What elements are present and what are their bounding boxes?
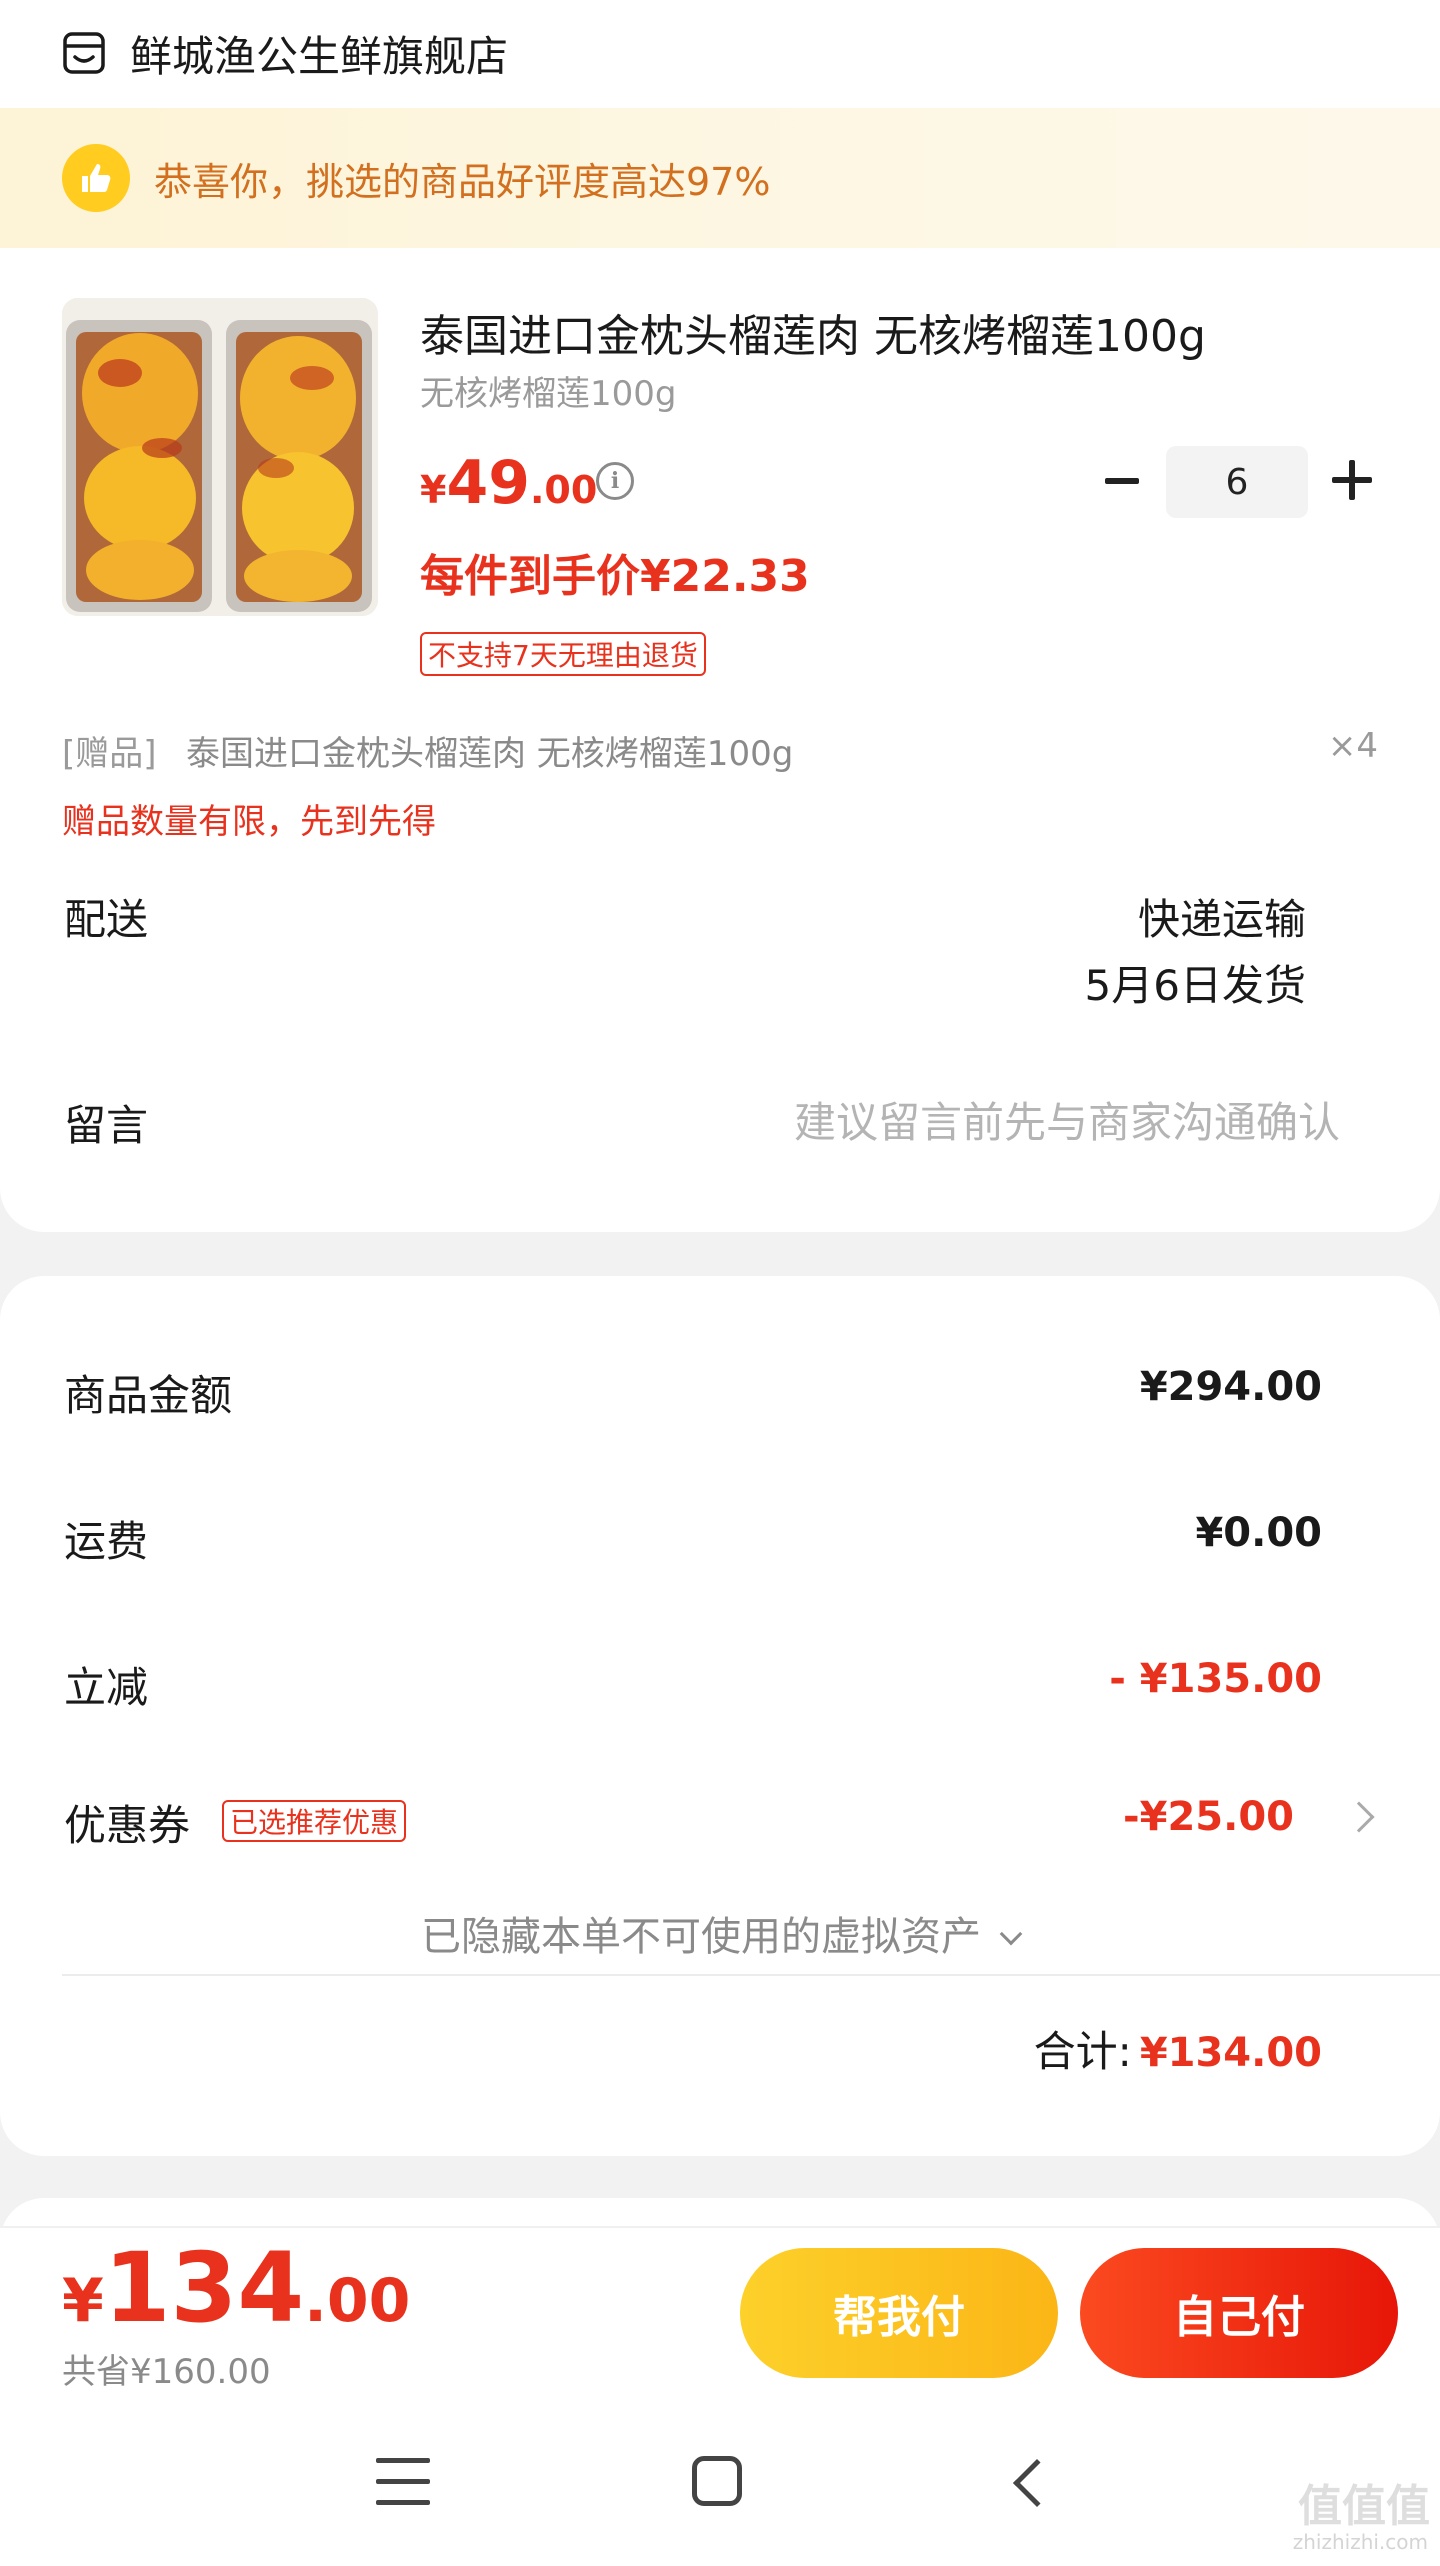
product-price: ¥ 49 .00 xyxy=(420,448,597,518)
quantity-decrease-button[interactable] xyxy=(1100,456,1144,506)
instant-discount-label: 立减 xyxy=(64,1663,149,1712)
pay-decimal: .00 xyxy=(304,2266,411,2336)
store-icon xyxy=(63,32,105,74)
watermark-url: zhizhizhi.com xyxy=(1292,2530,1428,2554)
total-label: 合计: xyxy=(1033,2027,1132,2076)
total-value: ¥134.00 xyxy=(1139,2030,1322,2076)
gift-note: 赠品数量有限，先到先得 xyxy=(62,802,436,842)
price-info-icon[interactable]: i xyxy=(596,462,634,500)
rating-banner: 恭喜你，挑选的商品好评度高达97% xyxy=(0,108,1440,248)
quantity-value[interactable]: 6 xyxy=(1166,446,1308,518)
pay-integer: 134 xyxy=(103,2232,305,2344)
message-label: 留言 xyxy=(64,1101,149,1150)
coupon-recommended-tag: 已选推荐优惠 xyxy=(222,1800,407,1842)
gift-label: [赠品] xyxy=(62,734,157,774)
price-currency: ¥ xyxy=(420,468,447,512)
total-row: 合计: ¥134.00 xyxy=(1034,2018,1322,2079)
shipping-fee-value: ¥0.00 xyxy=(1195,1510,1322,1556)
saved-amount: 共省¥160.00 xyxy=(62,2352,271,2392)
return-policy-tag: 不支持7天无理由退货 xyxy=(420,632,706,676)
quantity-increase-button[interactable] xyxy=(1332,460,1372,500)
rating-banner-text: 恭喜你，挑选的商品好评度高达97% xyxy=(154,159,771,204)
shipping-fee-label: 运费 xyxy=(64,1517,149,1566)
menu-icon[interactable] xyxy=(376,2458,430,2506)
coupon-label[interactable]: 优惠券 xyxy=(64,1792,190,1853)
watermark: 值值值 xyxy=(1298,2481,1430,2532)
coupon-value[interactable]: -¥25.00 xyxy=(1123,1794,1294,1840)
goods-amount-label: 商品金额 xyxy=(64,1371,233,1420)
gift-name: 泰国进口金枕头榴莲肉 无核烤榴莲100g xyxy=(186,734,794,774)
product-title: 泰国进口金枕头榴莲肉 无核烤榴莲100g xyxy=(420,311,1206,362)
store-header[interactable]: 鲜城渔公生鲜旗舰店 xyxy=(62,8,508,98)
product-image[interactable] xyxy=(62,298,378,616)
unit-price: 每件到手价¥22.33 xyxy=(420,551,810,602)
hidden-assets-toggle[interactable]: 已隐藏本单不可使用的虚拟资产 xyxy=(0,1904,1440,1962)
pay-amount: ¥ 134 .00 xyxy=(62,2232,410,2344)
thumbs-up-icon xyxy=(62,144,130,212)
store-name: 鲜城渔公生鲜旗舰店 xyxy=(130,31,509,81)
help-me-pay-button[interactable]: 帮我付 xyxy=(740,2248,1058,2378)
delivery-label: 配送 xyxy=(64,895,149,944)
goods-amount-value: ¥294.00 xyxy=(1139,1364,1322,1410)
price-integer: 49 xyxy=(446,448,530,518)
instant-discount-value: - ¥135.00 xyxy=(1109,1656,1322,1702)
pay-currency: ¥ xyxy=(62,2266,104,2336)
hidden-assets-text: 已隐藏本单不可使用的虚拟资产 xyxy=(421,1914,981,1960)
message-input[interactable] xyxy=(640,1090,1340,1154)
chevron-down-icon xyxy=(999,1922,1023,1946)
divider xyxy=(62,1974,1440,1976)
gift-quantity: ×4 xyxy=(1327,726,1378,766)
price-decimal: .00 xyxy=(529,468,598,512)
home-icon[interactable] xyxy=(692,2456,742,2506)
delivery-method[interactable]: 快递运输 xyxy=(1138,886,1306,947)
product-spec: 无核烤榴莲100g xyxy=(420,374,677,414)
pay-myself-button[interactable]: 自己付 xyxy=(1080,2248,1398,2378)
delivery-date: 5月6日发货 xyxy=(1084,961,1306,1010)
